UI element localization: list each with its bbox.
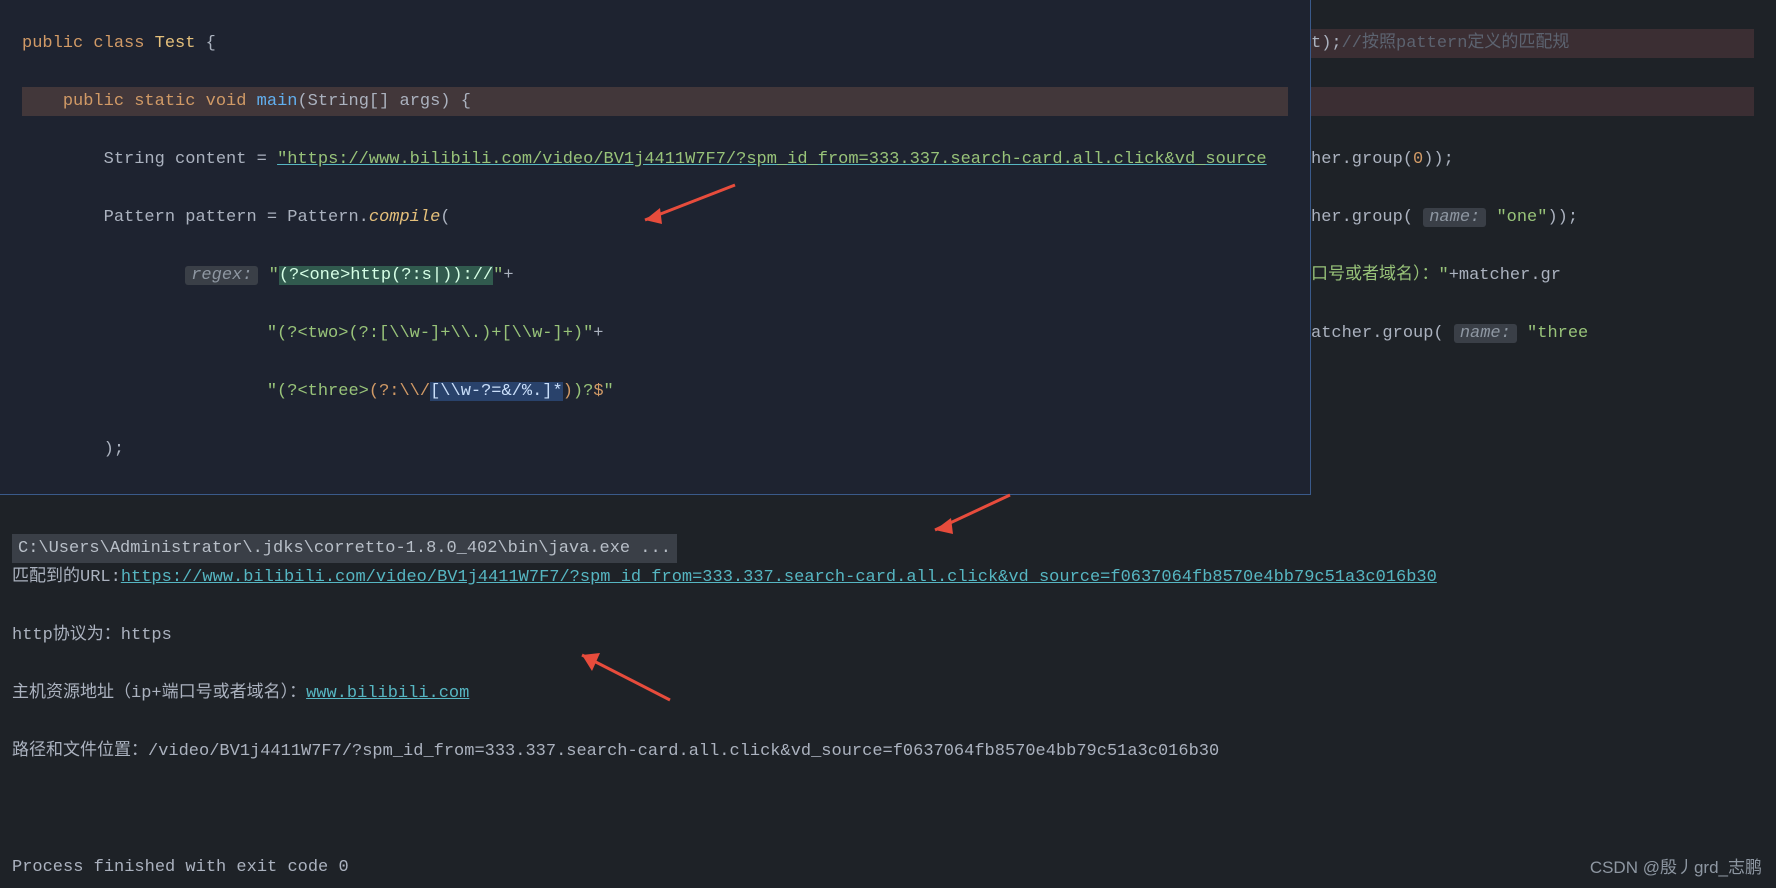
console-line: 匹配到的URL: (12, 568, 121, 587)
code-editor[interactable]: public class Test { public static void m… (0, 0, 1311, 495)
output-url-link[interactable]: https://www.bilibili.com/video/BV1j4411W… (121, 568, 1437, 587)
code-line[interactable]: Pattern pattern = Pattern.compile( (22, 203, 1288, 232)
code-line[interactable]: ); (22, 435, 1288, 464)
code-line[interactable]: "(?<three>(?:\\/[\\w-?=&/%.]*))?$" (22, 377, 1288, 406)
code-line[interactable]: "(?<two>(?:[\\w-]+\\.)+[\\w-]+)"+ (22, 319, 1288, 348)
command-line: C:\Users\Administrator\.jdks\corretto-1.… (12, 534, 677, 563)
console-line: Process finished with exit code 0 (12, 853, 1764, 882)
code-line[interactable]: public class Test { (22, 29, 1288, 58)
console-output[interactable]: C:\Users\Administrator\.jdks\corretto-1.… (0, 495, 1776, 888)
console-line: 路径和文件位置：/video/BV1j4411W7F7/?spm_id_from… (12, 737, 1764, 766)
watermark: CSDN @殷丿grd_志鹏 (1590, 853, 1762, 878)
code-line[interactable]: String content = "https://www.bilibili.c… (22, 145, 1288, 174)
console-line: http协议为：https (12, 621, 1764, 650)
param-hint: regex: (185, 266, 258, 285)
code-line[interactable]: regex: "(?<one>http(?:s|))://"+ (22, 261, 1288, 290)
code-line[interactable]: public static void main(String[] args) { (22, 87, 1288, 116)
output-host-link[interactable]: www.bilibili.com (306, 684, 469, 703)
background-code: t);//按照pattern定义的匹配规 her.group(0)); her.… (1311, 0, 1776, 495)
console-line: 主机资源地址（ip+端口号或者域名）： (12, 684, 306, 703)
